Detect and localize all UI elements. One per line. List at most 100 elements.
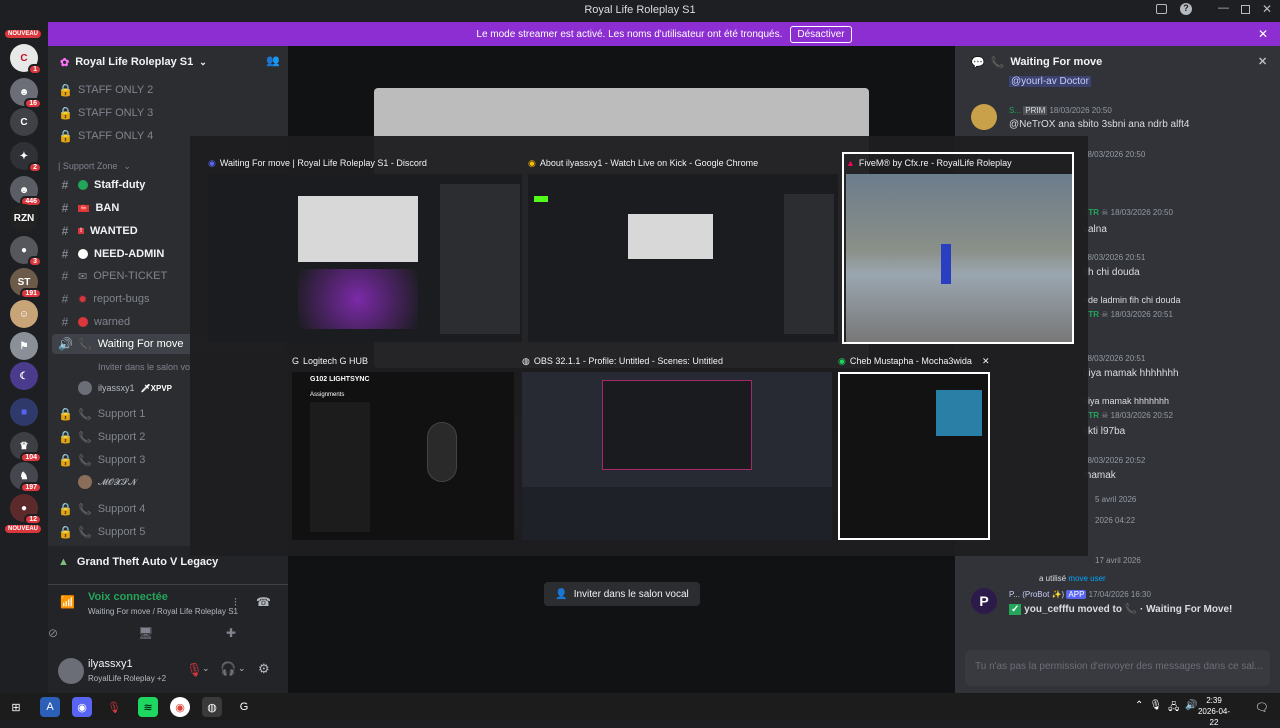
username[interactable]: ilyassxy1	[88, 658, 133, 670]
switcher-window-discord[interactable]: ◉ Waiting For move | Royal Life Roleplay …	[208, 154, 522, 342]
server-icon[interactable]: ☻ 16	[10, 78, 42, 109]
close-banner-icon[interactable]: ✕	[1258, 27, 1268, 41]
obs-icon[interactable]: ◍	[202, 697, 222, 717]
message-time: 18/03/2026 20:50	[1083, 150, 1146, 159]
clock[interactable]: 2:39 2026-04-22	[1196, 695, 1232, 728]
chrome-icon[interactable]: ◉	[170, 697, 190, 717]
message-text: fih chi douda	[1083, 267, 1140, 278]
chevron-up-icon[interactable]: ⌃	[1135, 700, 1143, 717]
server-icon[interactable]: ☺	[10, 300, 38, 328]
chevron-down-icon[interactable]: ⌄	[238, 663, 246, 674]
server-icon[interactable]: ● 3	[10, 236, 42, 267]
server-icon[interactable]: ♛ 104	[10, 432, 42, 463]
server-icon[interactable]: ♞ 197	[10, 462, 42, 493]
channel-staff-only-2[interactable]: 🔒 STAFF ONLY 2	[58, 80, 284, 100]
message-header: S... PRIM 18/03/2026 20:50	[1009, 106, 1112, 115]
voice-channel-path[interactable]: Waiting For move / Royal Life Roleplay S…	[88, 607, 238, 616]
folder-icon[interactable]: ■	[10, 398, 38, 426]
switcher-window-obs[interactable]: ◍ OBS 32.1.1 - Profile: Untitled - Scenes…	[522, 352, 832, 540]
disable-streamer-button[interactable]: Désactiver	[790, 25, 852, 43]
switcher-window-fivem[interactable]: ▲ FiveM® by Cfx.re - RoyalLife Roleplay	[842, 152, 1074, 344]
check-icon: ✓	[1009, 604, 1022, 615]
close-icon[interactable]: ✕	[982, 356, 990, 367]
network-icon[interactable]: 🖧	[1168, 700, 1179, 717]
command-used: a utilisé move user	[1039, 574, 1106, 583]
command-link[interactable]: move user	[1068, 574, 1105, 583]
game-activity[interactable]: ▲ Grand Theft Auto V Legacy	[58, 556, 218, 568]
lock-icon: 🔒	[58, 83, 73, 97]
lock-icon: 🔒	[58, 106, 73, 120]
mention[interactable]: @yourl-av Doctor	[1009, 76, 1091, 87]
voice-connected-label[interactable]: Voix connectée	[88, 591, 168, 603]
server-name: Royal Life Roleplay S1	[75, 56, 194, 68]
server-icon[interactable]: ⚑	[10, 332, 38, 360]
add-member-icon[interactable]: 👥	[266, 54, 280, 67]
server-icon[interactable]: ✦ 2	[10, 142, 42, 173]
window-switcher: ◉ Waiting For move | Royal Life Roleplay …	[190, 136, 1088, 556]
gta-icon: ▲	[58, 556, 69, 568]
window-title: Royal Life Roleplay S1	[584, 4, 696, 16]
date-separator: 17 avril 2026	[1095, 556, 1141, 565]
server-icon[interactable]: C	[10, 108, 38, 136]
user-status[interactable]: RoyalLife Roleplay +2	[88, 674, 166, 683]
switcher-window-chrome[interactable]: ◉ About ilyassxy1 - Watch Live on Kick - …	[528, 154, 838, 342]
message-input[interactable]: Tu n'as pas la permission d'envoyer des …	[965, 650, 1270, 686]
wanted-icon: !	[78, 228, 84, 234]
switcher-window-ghub[interactable]: G Logitech G HUB G102 LIGHTSYNC Assignmen…	[292, 352, 514, 540]
lock-icon: 🔒	[58, 129, 73, 143]
inbox-icon[interactable]	[1156, 4, 1167, 14]
channel-staff-only-3[interactable]: 🔒 STAFF ONLY 3	[58, 103, 284, 123]
phone-icon: 📞	[78, 338, 92, 351]
spotify-icon[interactable]: ≋	[138, 697, 158, 717]
settings-gear-icon[interactable]: ⚙	[258, 661, 270, 677]
app-icon[interactable]: A	[40, 697, 60, 717]
avatar	[78, 381, 92, 395]
streamer-mode-banner: Le mode streamer est activé. Les noms d'…	[48, 22, 1280, 46]
tray-icons: ⌃ 🎙 🖧 🔊	[1135, 700, 1198, 717]
close-chat-icon[interactable]: ✕	[1258, 55, 1267, 68]
microphone-icon[interactable]: 🎙	[104, 697, 124, 717]
mute-icon[interactable]: 🎙	[186, 662, 203, 678]
chat-header: 💬 📞 Waiting For move ✕	[971, 55, 1268, 69]
server-icon[interactable]: ● 12	[10, 494, 42, 525]
server-boost-icon: ✿	[60, 56, 70, 69]
server-icon[interactable]: ST 191	[10, 268, 42, 299]
close-window-icon[interactable]: ✕	[1262, 2, 1272, 16]
banner-text: Le mode streamer est activé. Les noms d'…	[476, 28, 783, 40]
server-header[interactable]: ✿ Royal Life Roleplay S1 ⌄ 👥	[48, 46, 288, 78]
screen-share-icon[interactable]: 🖥	[138, 626, 153, 640]
mic-tray-icon[interactable]: 🎙	[1149, 700, 1162, 717]
switcher-window-spotify[interactable]: ◉ Cheb Mustapha - Mocha3wida ✕	[838, 352, 990, 542]
signal-icon: 📶	[60, 595, 75, 609]
start-icon[interactable]: ⊞	[6, 697, 26, 717]
phone-icon: 📞	[78, 431, 92, 444]
notification-icon[interactable]: 🗨	[1252, 697, 1272, 717]
minimize-icon[interactable]: —	[1218, 2, 1229, 14]
video-off-icon[interactable]: ⊘	[48, 626, 58, 640]
invite-to-voice-button[interactable]: 👤 Inviter dans le salon vocal	[544, 582, 700, 606]
soundboard-icon[interactable]: ⫶	[234, 597, 237, 610]
clock-date: 2026-04-22	[1197, 707, 1231, 727]
window-thumbnail	[522, 372, 832, 540]
hash-icon: #	[61, 269, 69, 283]
avatar[interactable]	[971, 104, 997, 130]
probot-avatar[interactable]: P	[971, 588, 997, 614]
server-icon[interactable]: C1	[10, 44, 42, 75]
chevron-down-icon[interactable]: ⌄	[202, 663, 210, 674]
headphones-icon[interactable]: 🎧	[220, 661, 236, 677]
server-icon[interactable]: RZN	[10, 204, 38, 232]
ghub-icon[interactable]: G	[234, 697, 254, 717]
hash-icon: #	[61, 178, 69, 192]
server-icon[interactable]: ☻ 446	[10, 176, 42, 207]
activities-icon[interactable]: ✚	[226, 626, 236, 640]
new-badge: NOUVEAU	[5, 30, 42, 38]
message-time: 18/03/2026 20:52	[1083, 456, 1146, 465]
discord-icon[interactable]: ◉	[72, 697, 92, 717]
help-icon[interactable]: ?	[1180, 3, 1192, 15]
avatar[interactable]	[58, 658, 84, 684]
chat-bubble-icon: 💬	[971, 56, 985, 69]
disconnect-icon[interactable]: ☎	[256, 595, 271, 609]
server-icon[interactable]: ☾	[10, 362, 38, 390]
xpvp-tag: 🗡XPVP	[140, 383, 173, 393]
maximize-icon[interactable]	[1241, 5, 1250, 14]
